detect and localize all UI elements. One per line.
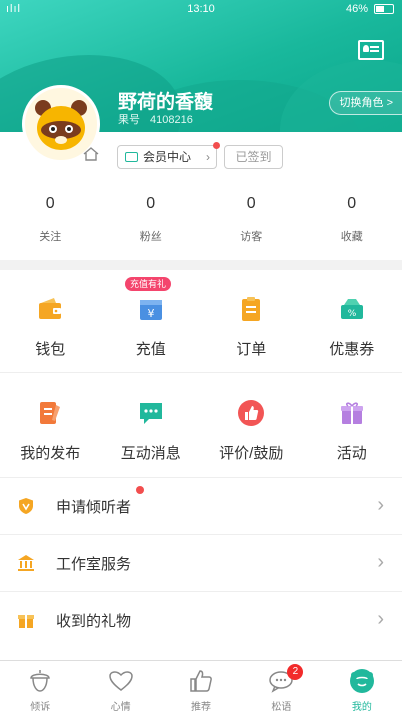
- svg-text:¥: ¥: [147, 307, 154, 320]
- chevron-right-icon: ›: [206, 150, 210, 164]
- list-item-received-gifts[interactable]: 收到的礼物 ›: [0, 591, 402, 648]
- tab-label: 心情: [110, 702, 131, 713]
- gift-icon: [340, 402, 363, 424]
- grid-item-label: 订单: [236, 341, 267, 358]
- stat-label: 收藏: [340, 231, 363, 243]
- chevron-right-icon: ›: [377, 608, 384, 630]
- tab-label: 松语: [271, 702, 292, 713]
- user-id: 果号 4108216: [118, 111, 193, 127]
- notification-dot: [136, 486, 144, 494]
- stat-fans[interactable]: 0 粉丝: [101, 192, 202, 252]
- list-item-label: 申请倾听者: [56, 499, 132, 516]
- stat-value: 0: [347, 195, 357, 212]
- heart-icon: [108, 671, 133, 691]
- grid-row: 我的发布 互动消息 评价/鼓励 活动: [0, 374, 402, 477]
- chevron-right-icon: ›: [377, 551, 384, 573]
- recharge-promo-tag: 充值有礼: [125, 277, 172, 291]
- user-id-value: 4108216: [150, 114, 193, 126]
- coupon-icon: %: [340, 299, 363, 319]
- stat-visitors[interactable]: 0 访客: [201, 192, 302, 252]
- shield-icon: [19, 498, 33, 514]
- list-item-studio-service[interactable]: 工作室服务 ›: [0, 534, 402, 591]
- stat-following[interactable]: 0 关注: [0, 192, 101, 252]
- list-item-label: 收到的礼物: [56, 613, 132, 630]
- home-icon[interactable]: [82, 145, 100, 163]
- notification-dot: [213, 142, 220, 149]
- tab-mine[interactable]: 我的: [322, 661, 402, 715]
- thumbs-up-icon: [190, 670, 212, 692]
- tab-label: 我的: [351, 702, 372, 713]
- grid-item-coupon[interactable]: % 优惠券: [302, 270, 402, 372]
- member-center-label: 会员中心: [143, 150, 192, 164]
- tab-pine-talk[interactable]: 2 松语: [241, 661, 321, 715]
- wallet-icon: [39, 298, 62, 319]
- stat-label: 关注: [39, 231, 62, 243]
- grid-item-label: 互动消息: [120, 445, 181, 462]
- battery-percent: 46%: [345, 3, 368, 15]
- chevron-right-icon: ›: [377, 494, 384, 516]
- grid-item-label: 评价/鼓励: [219, 445, 284, 462]
- grid-item-label: 我的发布: [20, 445, 81, 462]
- id-card-icon[interactable]: [358, 40, 384, 60]
- grid-item-label: 充值: [135, 341, 166, 358]
- recharge-icon: ¥: [139, 300, 162, 320]
- status-bar: ılıl 13:10 46%: [0, 0, 402, 18]
- tab-recommend[interactable]: 推荐: [161, 661, 241, 715]
- tab-label: 倾诉: [30, 702, 51, 713]
- clock: 13:10: [187, 3, 215, 15]
- grid-item-label: 优惠券: [329, 341, 375, 358]
- member-card-icon: [125, 152, 138, 162]
- grid-item-activity[interactable]: 活动: [302, 374, 402, 477]
- tab-mood[interactable]: 心情: [80, 661, 160, 715]
- grid-item-my-posts[interactable]: 我的发布: [0, 374, 101, 477]
- grid-item-messages[interactable]: 互动消息: [101, 374, 202, 477]
- list-item-apply-listener[interactable]: 申请倾听者 ›: [0, 477, 402, 534]
- bottom-tab-bar: 倾诉 心情 推荐 2 松语 我的: [0, 660, 402, 715]
- grid-item-label: 活动: [336, 445, 367, 462]
- building-icon: [18, 555, 34, 571]
- stat-value: 0: [246, 195, 256, 212]
- stat-value: 0: [45, 195, 55, 212]
- member-center-button[interactable]: 会员中心 ›: [117, 142, 220, 169]
- menu-list: 申请倾听者 › 工作室服务 › 收到的礼物 ›: [0, 477, 402, 660]
- acorn-icon: [30, 670, 50, 692]
- stat-label: 粉丝: [139, 231, 162, 243]
- tab-confide[interactable]: 倾诉: [0, 661, 80, 715]
- svg-text:%: %: [347, 309, 356, 319]
- switch-role-button[interactable]: 切换角色 >: [328, 91, 402, 115]
- grid-item-wallet[interactable]: 钱包: [0, 270, 101, 372]
- stats-row: 0 关注 0 粉丝 0 访客 0 收藏: [0, 192, 402, 252]
- list-item-label: 工作室服务: [56, 556, 132, 573]
- grid-row: 钱包 ¥ 充值 订单 % 优惠券: [0, 270, 402, 373]
- stat-value: 0: [146, 195, 156, 212]
- order-icon: [242, 297, 261, 321]
- user-id-label: 果号: [118, 114, 140, 126]
- grid-item-label: 钱包: [35, 341, 66, 358]
- username: 野荷的香馥: [118, 92, 214, 113]
- stat-label: 访客: [240, 231, 263, 243]
- user-icon: [349, 669, 374, 693]
- signed-in-button[interactable]: 已签到: [224, 145, 283, 169]
- grid-item-reviews[interactable]: 评价/鼓励: [201, 374, 302, 477]
- publish-icon: [40, 402, 61, 424]
- stat-favorites[interactable]: 0 收藏: [302, 192, 402, 252]
- function-grid: 充值有礼 钱包 ¥ 充值 订单 % 优惠券 我的发布 互动消息 评价/鼓励 活动: [0, 270, 402, 477]
- tab-label: 推荐: [191, 702, 212, 713]
- unread-badge: 2: [287, 664, 304, 680]
- gift-box-icon: [18, 615, 34, 628]
- thumbs-up-icon: [238, 400, 265, 426]
- message-icon: [139, 403, 162, 424]
- battery-icon: [374, 4, 394, 14]
- grid-item-order[interactable]: 订单: [201, 270, 302, 372]
